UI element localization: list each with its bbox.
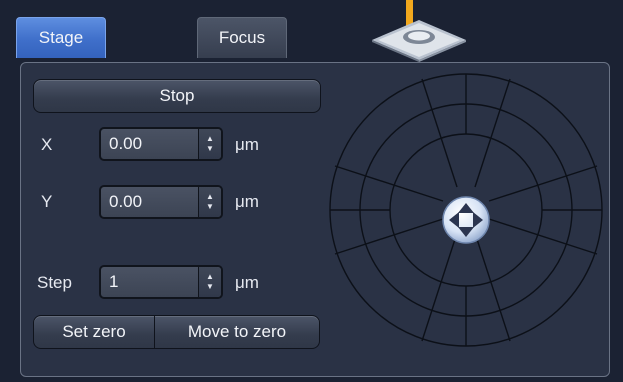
step-field[interactable]: 1 ▲ ▼: [99, 265, 223, 299]
x-value[interactable]: 0.00: [101, 134, 198, 154]
y-spinner[interactable]: ▲ ▼: [198, 187, 221, 217]
down-arrow-icon[interactable]: ▼: [206, 144, 214, 154]
step-spinner[interactable]: ▲ ▼: [198, 267, 221, 297]
step-label: Step: [37, 273, 72, 292]
microscope-stage-icon: [372, 0, 466, 62]
step-value[interactable]: 1: [101, 272, 198, 292]
up-arrow-icon[interactable]: ▲: [206, 272, 214, 282]
y-label: Y: [41, 192, 53, 211]
stage-joystick[interactable]: [327, 71, 605, 349]
down-arrow-icon[interactable]: ▼: [206, 282, 214, 292]
y-unit: μm: [235, 192, 259, 211]
set-zero-button[interactable]: Set zero: [33, 315, 155, 349]
x-spinner[interactable]: ▲ ▼: [198, 129, 221, 159]
stop-button[interactable]: Stop: [33, 79, 321, 113]
up-arrow-icon[interactable]: ▲: [206, 192, 214, 202]
y-value[interactable]: 0.00: [101, 192, 198, 212]
x-label: X: [41, 135, 53, 154]
x-unit: μm: [235, 135, 259, 154]
down-arrow-icon[interactable]: ▼: [206, 202, 214, 212]
x-field[interactable]: 0.00 ▲ ▼: [99, 127, 223, 161]
tab-stage[interactable]: Stage: [16, 17, 106, 58]
up-arrow-icon[interactable]: ▲: [206, 134, 214, 144]
stage-control-panel: Stop X 0.00 ▲ ▼ μm Y 0.00 ▲ ▼ μm Step 1 …: [20, 62, 610, 377]
y-field[interactable]: 0.00 ▲ ▼: [99, 185, 223, 219]
move-to-zero-button[interactable]: Move to zero: [154, 315, 320, 349]
step-unit: μm: [235, 273, 259, 292]
tab-focus[interactable]: Focus: [197, 17, 287, 58]
four-way-arrow-icon[interactable]: [442, 196, 490, 244]
